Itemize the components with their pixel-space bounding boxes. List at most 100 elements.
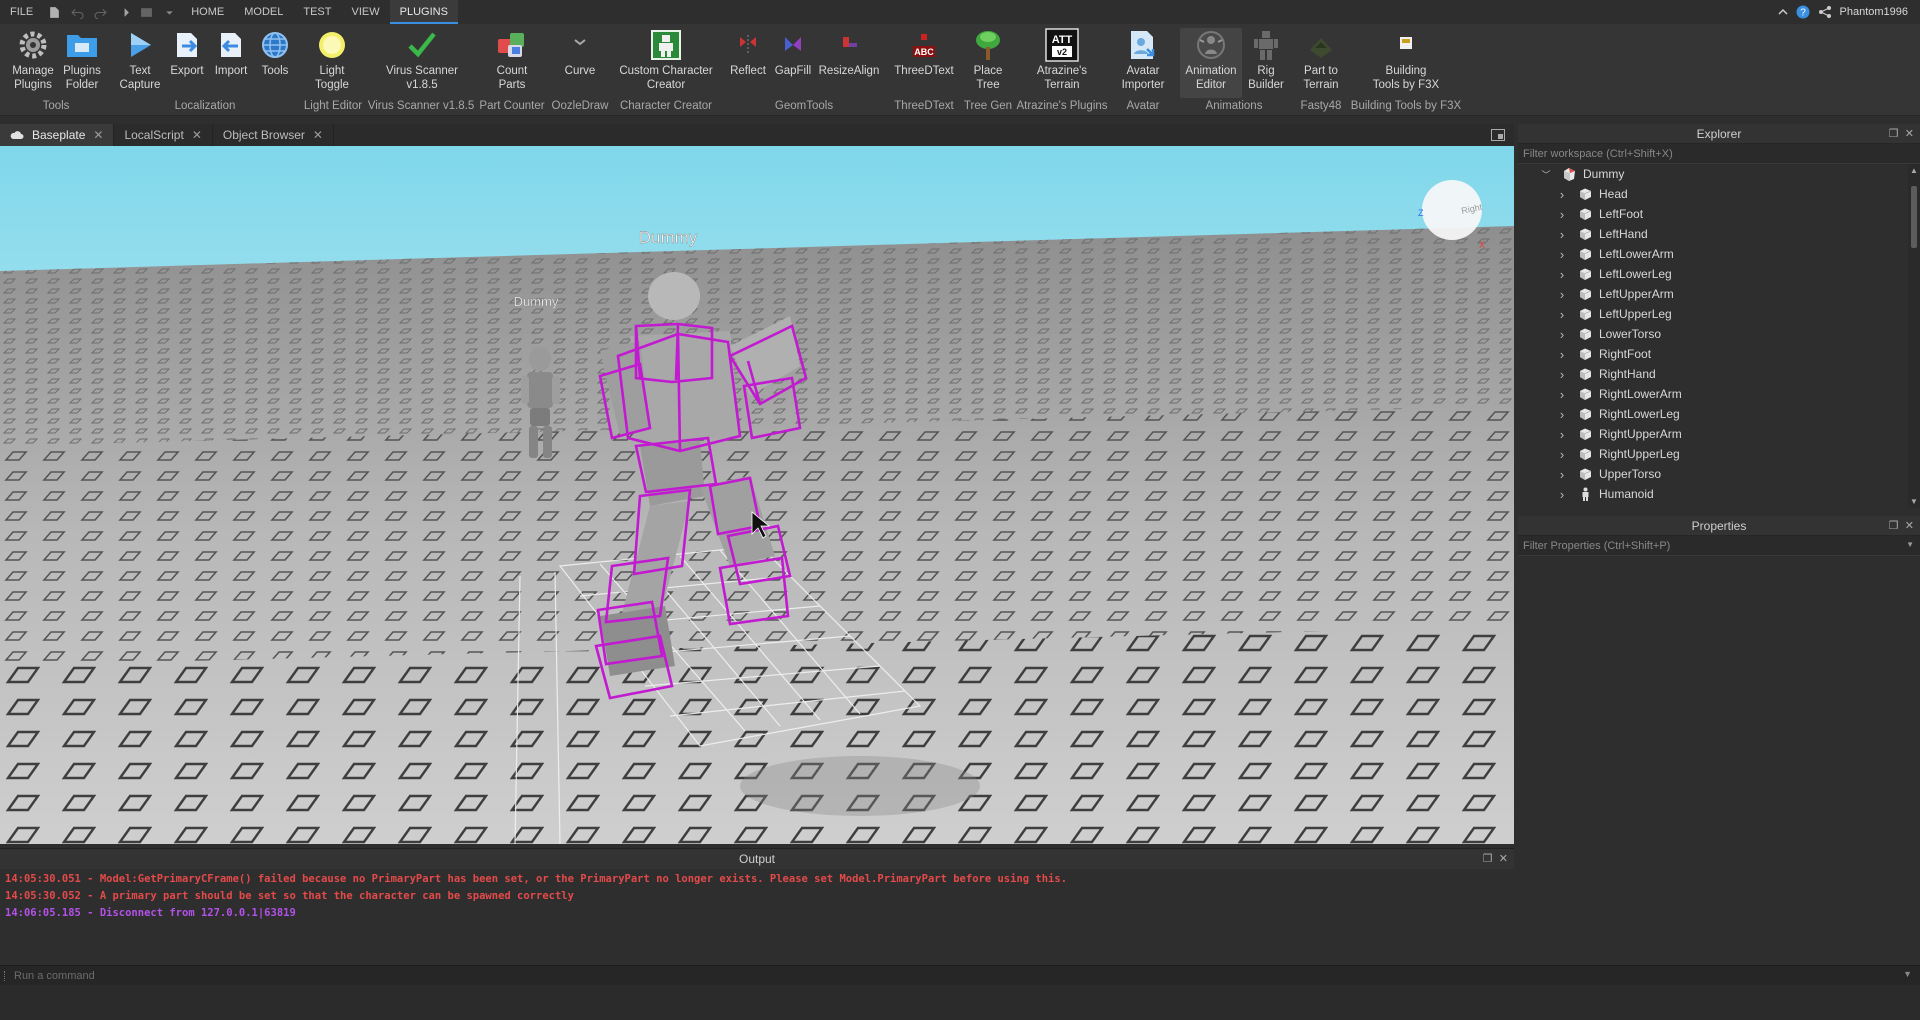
grip-handle-icon[interactable] <box>4 971 7 981</box>
chevron-down-icon[interactable]: ▼ <box>1906 540 1914 549</box>
menu-test[interactable]: TEST <box>293 0 341 24</box>
quick-access-dropdown-icon[interactable] <box>163 6 176 19</box>
tree-item-righthand[interactable]: › RightHand <box>1518 364 1920 384</box>
dummy-name-label-far: Dummy <box>514 294 559 309</box>
count-parts-button[interactable]: Count Parts <box>488 28 536 98</box>
tree-item-rightfoot[interactable]: › RightFoot <box>1518 344 1920 364</box>
tree-item-lowertorso[interactable]: › LowerTorso <box>1518 324 1920 344</box>
three-d-text-button[interactable]: ABC ThreeDText <box>892 28 956 98</box>
share-icon[interactable] <box>1818 5 1832 19</box>
menu-view[interactable]: VIEW <box>341 0 389 24</box>
tree-children: › Head › LeftFoot › LeftHand › LeftLowerArm › Lef… <box>1518 184 1920 504</box>
custom-character-creator-button[interactable]: Custom Character Creator <box>616 28 716 98</box>
menu-model[interactable]: MODEL <box>234 0 293 24</box>
float-panel-icon[interactable]: ❐ <box>1889 128 1899 140</box>
tab-object-browser[interactable]: Object Browser ✕ <box>213 124 334 146</box>
tab-localscript[interactable]: LocalScript ✕ <box>114 124 213 146</box>
close-icon[interactable]: ✕ <box>93 128 103 142</box>
chevron-right-icon[interactable]: › <box>1556 347 1568 362</box>
menu-home[interactable]: HOME <box>181 0 234 24</box>
command-input[interactable] <box>14 966 1894 986</box>
close-icon[interactable]: ✕ <box>1905 128 1914 140</box>
tree-item-leftlowerarm[interactable]: › LeftLowerArm <box>1518 244 1920 264</box>
menu-plugins[interactable]: PLUGINS <box>389 0 458 24</box>
close-icon[interactable]: ✕ <box>1499 853 1508 865</box>
light-toggle-button[interactable]: Light Toggle <box>306 28 358 98</box>
new-file-icon[interactable] <box>48 6 61 19</box>
maximize-viewport-icon[interactable] <box>1490 127 1506 143</box>
collapse-ribbon-icon[interactable] <box>1777 7 1788 17</box>
chevron-right-icon[interactable]: › <box>1556 487 1568 502</box>
properties-filter-input[interactable] <box>1518 536 1920 556</box>
close-icon[interactable]: ✕ <box>1905 520 1914 532</box>
atrazines-terrain-button[interactable]: ATT v2 Atrazine's Terrain <box>1024 28 1100 98</box>
chevron-right-icon[interactable]: › <box>1556 427 1568 442</box>
chevron-right-icon[interactable]: › <box>1556 327 1568 342</box>
chevron-right-icon[interactable]: › <box>1556 467 1568 482</box>
tree-item-uppertorso[interactable]: › UpperTorso <box>1518 464 1920 484</box>
tree-item-dummy[interactable]: ﹀ Dummy <box>1518 164 1920 184</box>
float-panel-icon[interactable]: ❐ <box>1483 853 1493 865</box>
tree-item-leftlowerleg[interactable]: › LeftLowerLeg <box>1518 264 1920 284</box>
resize-align-button[interactable]: ResizeAlign <box>818 28 880 98</box>
gapfill-button[interactable]: GapFill <box>772 28 814 98</box>
text-capture-button[interactable]: Text Capture <box>116 28 164 98</box>
animation-editor-button[interactable]: Animation Editor <box>1180 28 1242 98</box>
mesh-part-icon <box>1580 228 1592 240</box>
explorer-filter-input[interactable] <box>1518 144 1920 164</box>
scroll-down-icon[interactable]: ▼ <box>1910 497 1918 506</box>
chevron-right-icon[interactable]: › <box>1556 307 1568 322</box>
chevron-right-icon[interactable]: › <box>1556 207 1568 222</box>
virus-scanner-button[interactable]: Virus Scanner v1.8.5 <box>380 28 464 98</box>
record-icon[interactable] <box>140 6 153 19</box>
tree-item-leftupperleg[interactable]: › LeftUpperLeg <box>1518 304 1920 324</box>
chevron-down-icon[interactable]: ▼ <box>1903 969 1912 979</box>
chevron-right-icon[interactable]: › <box>1556 227 1568 242</box>
building-tools-button[interactable]: Building Tools by F3X <box>1366 28 1446 98</box>
redo-icon[interactable] <box>94 6 107 19</box>
import-button[interactable]: Import <box>211 28 251 98</box>
manage-plugins-button[interactable]: Manage Plugins <box>8 28 58 98</box>
close-icon[interactable]: ✕ <box>313 128 323 142</box>
tree-item-head[interactable]: › Head <box>1518 184 1920 204</box>
light-bulb-icon <box>319 32 345 58</box>
scroll-thumb[interactable] <box>1911 186 1917 248</box>
3d-viewport[interactable]: Dummy Dummy Right Z X <box>0 146 1514 844</box>
plugins-folder-button[interactable]: Plugins Folder <box>60 28 104 98</box>
user-name[interactable]: Phantom1996 <box>1840 6 1909 18</box>
tree-item-rightupperleg[interactable]: › RightUpperLeg <box>1518 444 1920 464</box>
tree-item-leftfoot[interactable]: › LeftFoot <box>1518 204 1920 224</box>
chevron-down-icon[interactable]: ﹀ <box>1540 168 1552 181</box>
curve-button[interactable]: Curve <box>556 28 604 98</box>
tree-item-leftupperarm[interactable]: › LeftUpperArm <box>1518 284 1920 304</box>
float-panel-icon[interactable]: ❐ <box>1889 520 1899 532</box>
chevron-right-icon[interactable]: › <box>1556 387 1568 402</box>
explorer-scrollbar[interactable]: ▲ ▼ <box>1908 164 1920 508</box>
export-button[interactable]: Export <box>168 28 206 98</box>
place-tree-button[interactable]: Place Tree <box>966 28 1010 98</box>
tree-item-humanoid[interactable]: › Humanoid <box>1518 484 1920 504</box>
chevron-right-icon[interactable]: › <box>1556 367 1568 382</box>
localization-tools-button[interactable]: Tools <box>256 28 294 98</box>
rig-builder-button[interactable]: Rig Builder <box>1244 28 1288 98</box>
tree-item-rightupperarm[interactable]: › RightUpperArm <box>1518 424 1920 444</box>
reflect-button[interactable]: Reflect <box>726 28 770 98</box>
chevron-right-icon[interactable]: › <box>1556 247 1568 262</box>
publish-icon[interactable] <box>117 6 130 19</box>
chevron-right-icon[interactable]: › <box>1556 407 1568 422</box>
part-to-terrain-button[interactable]: Part to Terrain <box>1296 28 1346 98</box>
menu-file[interactable]: FILE <box>0 0 43 24</box>
avatar-importer-button[interactable]: Avatar Importer <box>1112 28 1174 98</box>
chevron-right-icon[interactable]: › <box>1556 287 1568 302</box>
tree-item-rightlowerarm[interactable]: › RightLowerArm <box>1518 384 1920 404</box>
help-icon[interactable]: ? <box>1796 5 1810 19</box>
close-icon[interactable]: ✕ <box>192 128 202 142</box>
undo-icon[interactable] <box>71 6 84 19</box>
tab-baseplate[interactable]: Baseplate ✕ <box>0 124 115 146</box>
tree-item-rightlowerleg[interactable]: › RightLowerLeg <box>1518 404 1920 424</box>
chevron-right-icon[interactable]: › <box>1556 187 1568 202</box>
scroll-up-icon[interactable]: ▲ <box>1910 166 1918 175</box>
chevron-right-icon[interactable]: › <box>1556 447 1568 462</box>
tree-item-lefthand[interactable]: › LeftHand <box>1518 224 1920 244</box>
chevron-right-icon[interactable]: › <box>1556 267 1568 282</box>
